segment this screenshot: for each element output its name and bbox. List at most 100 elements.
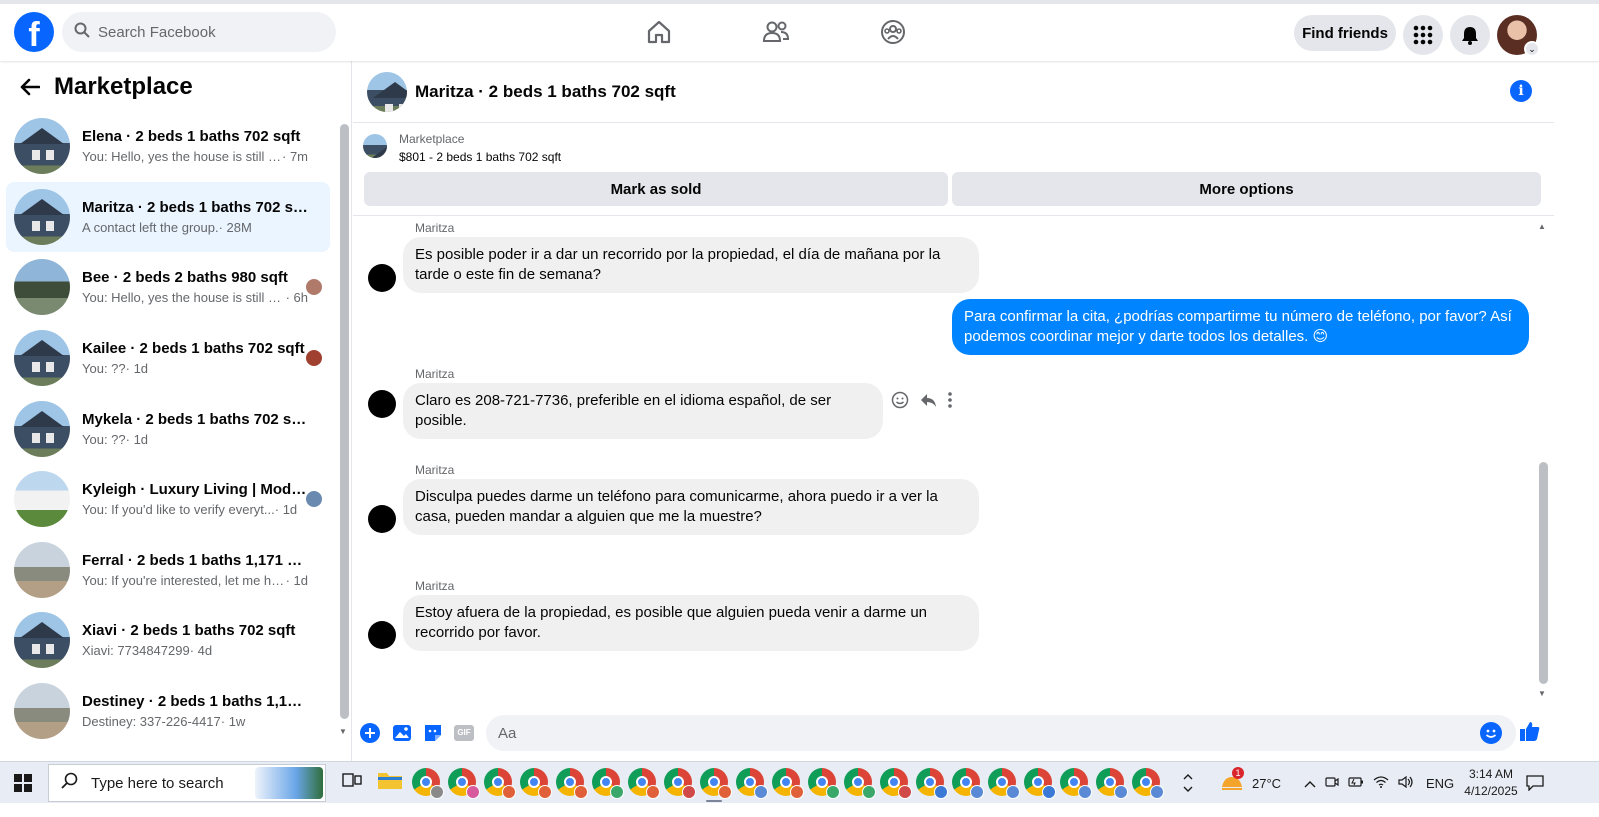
incoming-message-bubble[interactable]: Claro es 208-721-7736, preferible en el … [403, 383, 883, 439]
windows-taskbar: 1 27°C ENG 3:14 AM 4/12/2025 [0, 761, 1599, 803]
conversation-time: · 1d [125, 361, 149, 377]
message-composer: GIF [353, 710, 1554, 756]
chrome-profile-icon[interactable] [520, 768, 552, 799]
back-arrow-icon[interactable] [18, 75, 42, 99]
chrome-profile-icon[interactable] [484, 768, 516, 799]
chrome-profile-icon[interactable] [700, 768, 732, 802]
like-thumbs-up-icon[interactable] [1519, 720, 1541, 742]
chrome-profile-icon[interactable] [448, 768, 480, 799]
reply-icon[interactable] [919, 391, 937, 414]
conversation-item[interactable]: Mykela · 2 beds 1 baths 702 sqft You: ?? … [6, 393, 330, 464]
more-options-button[interactable]: More options [952, 172, 1541, 206]
volume-icon[interactable] [1398, 775, 1414, 791]
chat-scroll-up-arrow-icon[interactable]: ▲ [1538, 222, 1546, 231]
conversation-item[interactable]: Elena · 2 beds 1 baths 702 sqft You: Hell… [6, 111, 330, 182]
info-icon[interactable]: i [1510, 80, 1532, 102]
profile-avatar[interactable]: ⌄ [1497, 15, 1540, 57]
conversation-text: Mykela · 2 beds 1 baths 702 sqft You: ?? … [82, 411, 308, 447]
chrome-profile-icon[interactable] [952, 768, 984, 799]
chrome-profile-icon[interactable] [736, 768, 768, 799]
message-input[interactable] [498, 724, 1458, 742]
sender-avatar[interactable] [368, 621, 396, 649]
task-view-icon[interactable] [340, 768, 368, 796]
mark-as-sold-button[interactable]: Mark as sold [364, 172, 948, 206]
home-icon[interactable] [645, 18, 673, 46]
chrome-profile-icon[interactable] [988, 768, 1020, 799]
conversation-text: Maritza · 2 beds 1 baths 702 sqft A conta… [82, 199, 308, 235]
sender-avatar[interactable] [368, 390, 396, 418]
language-indicator[interactable]: ENG [1426, 776, 1454, 791]
wifi-icon[interactable] [1373, 775, 1389, 791]
conversation-item[interactable]: Xiavi · 2 beds 1 baths 702 sqft Xiavi: 77… [6, 605, 330, 676]
chrome-profile-icon[interactable] [880, 768, 912, 799]
menu-grid-icon[interactable] [1403, 15, 1443, 55]
photo-icon[interactable] [391, 722, 413, 744]
chrome-profile-icon[interactable] [844, 768, 876, 799]
find-friends-button[interactable]: Find friends [1294, 15, 1396, 51]
listing-mini-thumbnail[interactable] [363, 134, 387, 158]
chrome-profile-icon[interactable] [1060, 768, 1092, 799]
outgoing-message-bubble[interactable]: Para confirmar la cita, ¿podrías compart… [952, 299, 1529, 355]
conversation-text: Xiavi · 2 beds 1 baths 702 sqft Xiavi: 77… [82, 622, 308, 658]
conversation-title: Elena · 2 beds 1 baths 702 sqft [82, 128, 301, 146]
chrome-profile-icon[interactable] [1024, 768, 1056, 799]
tray-chevron-up-icon[interactable] [1304, 776, 1316, 791]
conversation-preview: You: If you're interested, let me hav...… [82, 573, 308, 588]
more-vertical-icon[interactable] [947, 391, 953, 414]
search-input[interactable] [98, 23, 318, 41]
chrome-profile-icon[interactable] [592, 768, 624, 799]
notifications-bell-icon[interactable] [1450, 15, 1490, 55]
profile-badge-icon [538, 785, 552, 799]
notification-center-icon[interactable] [1526, 762, 1544, 804]
conversation-time: · 1d [125, 431, 149, 447]
search-box[interactable] [62, 12, 336, 52]
battery-icon[interactable] [1348, 776, 1364, 791]
chrome-profile-icon[interactable] [628, 768, 660, 799]
sidebar-scrollbar[interactable] [340, 124, 349, 719]
taskbar-clock[interactable]: 3:14 AM 4/12/2025 [1456, 766, 1526, 800]
friends-icon[interactable] [762, 18, 790, 46]
conversation-item[interactable]: Ferral · 2 beds 1 baths 1,171 sqft You: I… [6, 535, 330, 606]
incoming-message-bubble[interactable]: Estoy afuera de la propiedad, es posible… [403, 595, 979, 651]
sticker-icon[interactable] [422, 722, 444, 744]
plus-circle-icon[interactable] [359, 722, 381, 744]
file-explorer-icon[interactable] [376, 768, 404, 796]
chrome-profile-icon[interactable] [412, 768, 444, 799]
chat-scrollbar[interactable] [1539, 462, 1548, 684]
show-hidden-icons-chevron-icon[interactable] [1183, 762, 1193, 804]
conversation-text: Ferral · 2 beds 1 baths 1,171 sqft You: I… [82, 552, 308, 588]
meet-now-icon[interactable] [1325, 775, 1339, 792]
chrome-profile-icon[interactable] [556, 768, 588, 799]
taskbar-search-box[interactable] [48, 764, 326, 802]
listing-price-line[interactable]: $801 - 2 beds 1 baths 702 sqft [399, 150, 561, 164]
chrome-profile-icon[interactable] [772, 768, 804, 799]
sender-avatar[interactable] [368, 505, 396, 533]
message-input-box[interactable] [486, 715, 1516, 751]
groups-icon[interactable] [879, 18, 907, 46]
conversation-item[interactable]: Bee · 2 beds 2 baths 980 sqft You: Hello,… [6, 252, 330, 323]
conversation-item[interactable]: Kyleigh · Luxury Living | Mode... You: If… [6, 464, 330, 535]
incoming-message-bubble[interactable]: Disculpa puedes darme un teléfono para c… [403, 479, 979, 535]
scroll-down-arrow-icon[interactable]: ▼ [339, 727, 347, 736]
conversation-item[interactable]: Kailee · 2 beds 1 baths 702 sqft You: ?? … [6, 323, 330, 394]
listing-thumbnail[interactable] [367, 71, 407, 112]
chrome-profile-icon[interactable] [808, 768, 840, 799]
conversation-item[interactable]: Destiney · 2 beds 1 baths 1,171 sqft Dest… [6, 676, 330, 747]
weather-widget[interactable]: 1 27°C [1220, 762, 1281, 804]
chrome-profile-icon[interactable] [664, 768, 696, 799]
taskbar-search-input[interactable] [91, 774, 261, 792]
windows-start-icon[interactable] [14, 774, 32, 792]
chat-scroll-down-arrow-icon[interactable]: ▼ [1538, 689, 1546, 698]
chrome-profile-icon[interactable] [916, 768, 948, 799]
sender-avatar[interactable] [368, 264, 396, 292]
emoji-icon[interactable] [1480, 722, 1502, 744]
incoming-message-bubble[interactable]: Es posible poder ir a dar un recorrido p… [403, 237, 979, 293]
chat-title[interactable]: Maritza · 2 beds 1 baths 702 sqft [415, 82, 676, 102]
conversation-item[interactable]: Maritza · 2 beds 1 baths 702 sqft A conta… [6, 181, 330, 253]
facebook-logo-icon[interactable]: f [14, 12, 54, 52]
react-emoji-icon[interactable] [891, 391, 909, 414]
chrome-profile-icon[interactable] [1096, 768, 1128, 799]
chrome-profile-icon[interactable] [1132, 768, 1164, 799]
conversation-title: Bee · 2 beds 2 baths 980 sqft [82, 269, 288, 287]
gif-icon[interactable]: GIF [453, 722, 475, 744]
